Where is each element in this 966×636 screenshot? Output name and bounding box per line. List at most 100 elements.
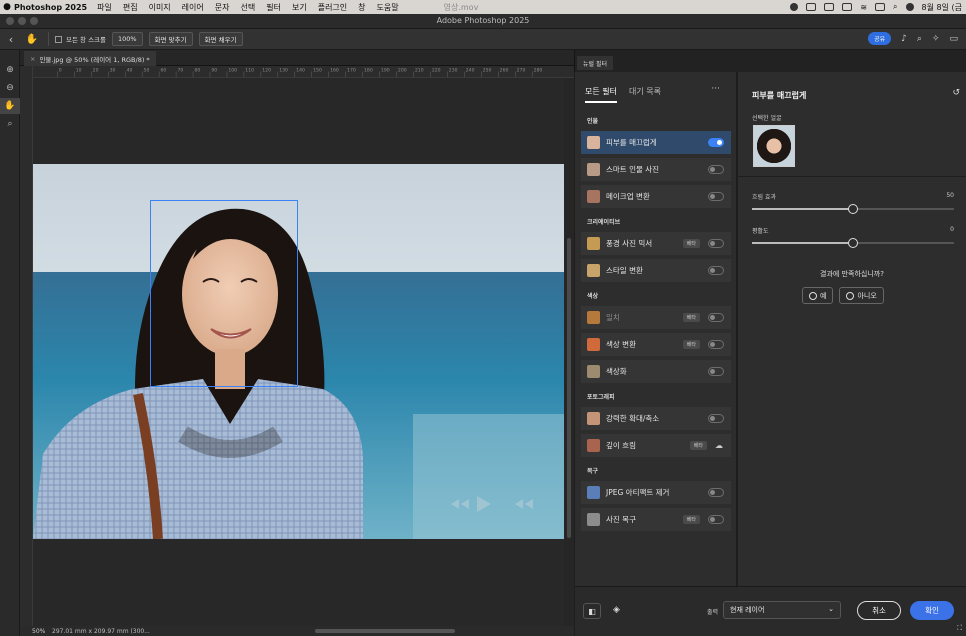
menu-image[interactable]: 이미지 (149, 2, 171, 13)
yes-button[interactable]: 예 (802, 287, 834, 304)
filter-toggle[interactable] (708, 515, 724, 524)
filter-thumbnail-icon (587, 439, 600, 452)
filter-toggle[interactable] (708, 138, 724, 147)
lightbulb-icon[interactable]: ✧ (932, 34, 940, 44)
ruler-tick-label: 220 (432, 68, 441, 74)
reset-icon[interactable]: ↺ (952, 88, 960, 98)
filter-toggle[interactable] (708, 367, 724, 376)
menu-select[interactable]: 선택 (241, 2, 256, 13)
zoom-100-button[interactable]: 100% (112, 32, 143, 46)
menu-help[interactable]: 도움말 (377, 2, 399, 13)
ok-button[interactable]: 확인 (910, 601, 954, 620)
apple-icon[interactable]: ● (0, 2, 14, 12)
face-selection-box[interactable] (150, 200, 298, 387)
menu-app-name[interactable]: Photoshop 2025 (14, 3, 87, 12)
spotlight-icon[interactable]: ⌕ (893, 2, 897, 12)
workspace-icon[interactable]: ▭ (949, 34, 958, 44)
cancel-button[interactable]: 취소 (857, 601, 901, 620)
hand-tool-icon[interactable]: ✋ (22, 34, 42, 45)
filter-item[interactable]: 일치 베타 (581, 306, 731, 329)
close-tab-icon[interactable]: × (30, 55, 35, 63)
filter-toggle[interactable] (708, 165, 724, 174)
filter-item[interactable]: 색상화 (581, 360, 731, 383)
menu-view[interactable]: 보기 (292, 2, 307, 13)
fit-screen-button[interactable]: 화면 맞추기 (148, 32, 193, 46)
output-select[interactable]: 현재 레이어 ⌄ (723, 601, 841, 619)
display-icon[interactable] (842, 3, 853, 11)
tab-wait-list[interactable]: 대기 목록 (629, 86, 661, 103)
blur-slider-knob[interactable] (848, 204, 858, 214)
filter-toggle[interactable] (708, 239, 724, 248)
hand-tool-icon[interactable]: ✋ (0, 98, 20, 114)
menu-window[interactable]: 창 (358, 2, 365, 13)
filter-toggle[interactable] (708, 488, 724, 497)
filter-toggle[interactable] (708, 313, 724, 322)
vertical-scrollbar[interactable] (564, 78, 574, 626)
filter-thumbnail-icon (587, 190, 600, 203)
filter-toggle[interactable] (708, 266, 724, 275)
neural-filters-list: 모든 필터 대기 목록 ··· 인물 피부를 매끄럽게 스마트 인물 사진 메이크업 … (575, 72, 737, 586)
document-image[interactable] (33, 164, 564, 539)
fill-screen-button[interactable]: 화면 채우기 (198, 32, 243, 46)
panel-tab-bar: 뉴럴 필터 (574, 50, 966, 72)
filter-toggle[interactable] (708, 340, 724, 349)
filter-item[interactable]: 메이크업 변환 (581, 185, 731, 208)
filter-item[interactable]: 색상 변환 베타 (581, 333, 731, 356)
zoom-out-icon[interactable]: ⊖ (0, 80, 20, 96)
cast-icon[interactable] (806, 3, 817, 11)
back-arrow-icon[interactable]: ‹ (0, 33, 22, 46)
menu-edit[interactable]: 편집 (123, 2, 138, 13)
more-options-icon[interactable]: ··· (711, 84, 720, 94)
filter-item[interactable]: JPEG 아티팩트 제거 (581, 481, 731, 504)
record-icon[interactable] (790, 3, 799, 11)
document-dimensions[interactable]: 297.01 mm x 209.97 mm (300... (52, 628, 150, 635)
feedback-buttons: 예 아니오 (802, 287, 884, 304)
filter-item[interactable]: 풍경 사진 믹서 베타 (581, 232, 731, 255)
search-icon[interactable]: ⌕ (917, 34, 922, 44)
filter-item[interactable]: 깊이 흐림 베타 ☁ (581, 434, 731, 457)
bell-icon[interactable]: ♪ (901, 34, 907, 44)
filter-item[interactable]: 강력한 확대/축소 (581, 407, 731, 430)
smoothness-slider-knob[interactable] (848, 238, 858, 248)
blur-slider[interactable] (752, 204, 954, 214)
zoom-level[interactable]: 50% (20, 628, 52, 635)
zoom-tool-icon[interactable]: ⌕ (0, 116, 20, 132)
filter-item[interactable]: 스타일 변환 (581, 259, 731, 282)
siri-icon[interactable] (905, 3, 914, 11)
horizontal-scroll-thumb[interactable] (315, 629, 455, 633)
capture-icon[interactable]: ⛶ (957, 624, 962, 633)
document-tab[interactable]: × 인물.jpg @ 50% (레이어 1, RGB/8) * (24, 51, 156, 66)
input-source-icon[interactable] (875, 3, 886, 11)
selected-face-thumbnail[interactable] (753, 125, 795, 167)
share-button[interactable]: 공유 (868, 32, 892, 45)
tab-neural-filters[interactable]: 뉴럴 필터 (577, 56, 613, 70)
scroll-thumb[interactable] (567, 238, 571, 538)
menu-file[interactable]: 파일 (97, 2, 112, 13)
menu-type[interactable]: 문자 (215, 2, 230, 13)
ruler-tick-label: 90 (211, 68, 217, 74)
filter-item[interactable]: 사진 복구 베타 (581, 508, 731, 531)
macos-menu-bar: ● Photoshop 2025 파일 편집 이미지 레이어 문자 선택 필터 … (0, 0, 966, 14)
filter-item[interactable]: 스마트 인물 사진 (581, 158, 731, 181)
window-icon[interactable] (824, 3, 835, 11)
filter-category-label: 포토그래피 (587, 394, 615, 401)
smoothness-slider[interactable] (752, 238, 954, 248)
menu-filter[interactable]: 필터 (266, 2, 281, 13)
compare-icon[interactable]: ◧ (583, 603, 601, 619)
menu-layer[interactable]: 레이어 (182, 2, 204, 13)
clock-text[interactable]: 8월 8일 (금 (922, 2, 962, 13)
filter-toggle[interactable] (708, 414, 724, 423)
filter-item[interactable]: 피부를 매끄럽게 (581, 131, 731, 154)
menu-plugins[interactable]: 플러그인 (318, 2, 347, 13)
wifi-icon[interactable]: ≋ (860, 3, 867, 12)
ruler-tick-label: 50 (144, 68, 150, 74)
menu-extras: ≋ ⌕ 8월 8일 (금 (790, 0, 962, 14)
filter-thumbnail-icon (587, 237, 600, 250)
layers-icon[interactable]: ◈ (613, 605, 620, 615)
filter-toggle[interactable] (708, 192, 724, 201)
cloud-download-icon[interactable]: ☁ (715, 441, 723, 450)
tab-all-filters[interactable]: 모든 필터 (585, 86, 617, 103)
no-button[interactable]: 아니오 (839, 287, 884, 304)
scroll-all-checkbox[interactable] (55, 35, 62, 43)
zoom-in-icon[interactable]: ⊕ (0, 62, 20, 78)
